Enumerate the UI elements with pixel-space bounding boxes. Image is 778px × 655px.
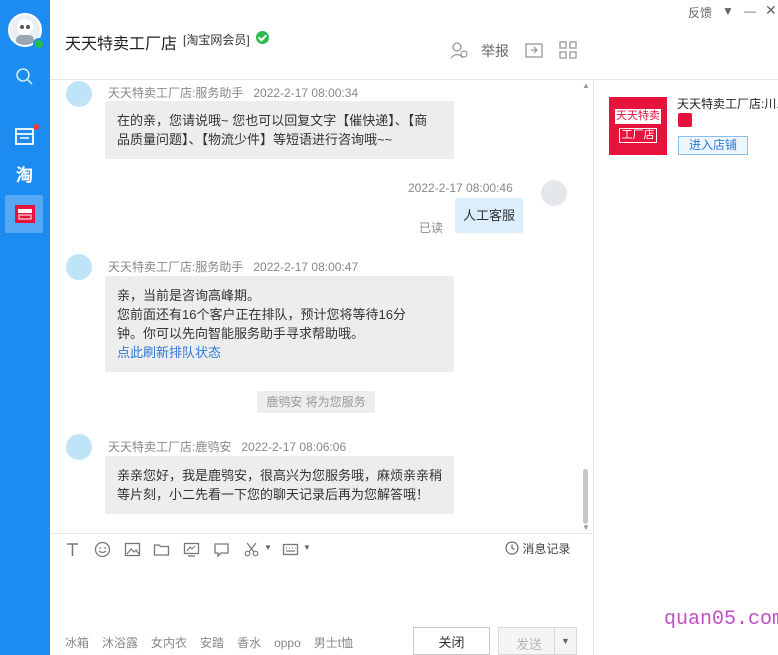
message-bubble: 亲亲您好，我是鹿鸮安，很高兴为您服务哦，麻烦亲亲稍 等片刻，小二先看一下您的聊天记… [105, 456, 454, 514]
transfer-user-icon[interactable] [449, 40, 469, 60]
quick-phrase[interactable]: 冰箱 [65, 636, 89, 650]
search-icon[interactable] [14, 66, 36, 88]
my-message-bubble: 人工客服 [455, 198, 523, 233]
message-meta: 天天特卖工厂店:服务助手 2022-2-17 08:00:47 [108, 260, 359, 274]
member-badge: [淘宝网会员] [183, 33, 250, 47]
scroll-down-arrow[interactable]: ▼ [582, 523, 590, 532]
shop-logo[interactable]: 天天特卖 工厂店 [609, 97, 667, 155]
font-icon[interactable] [64, 541, 81, 558]
export-icon[interactable] [524, 40, 544, 60]
grid-icon[interactable] [558, 40, 578, 60]
messages-icon[interactable] [14, 126, 36, 148]
history-label: 消息记录 [522, 542, 571, 556]
bot-avatar [66, 81, 92, 107]
input-toolbar: ▼ ▼ 消息记录 [50, 533, 593, 563]
my-avatar [541, 180, 567, 206]
message-bubble: 在的亲，您请说哦~ 您也可以回复文字【催快递】、【商 品质量问题】、【物流少件】等… [105, 101, 454, 159]
quick-phrase[interactable]: 香水 [237, 636, 261, 650]
image-icon[interactable] [124, 541, 141, 558]
send-options-icon[interactable]: ▼ [554, 628, 576, 654]
tmall-badge-icon [678, 113, 692, 127]
screen-icon[interactable] [183, 541, 200, 558]
bot-avatar [66, 254, 92, 280]
left-rail: 淘 [0, 0, 50, 655]
message-meta: 天天特卖工厂店:服务助手 2022-2-17 08:00:34 [108, 86, 359, 100]
feedback-link[interactable]: 反馈 [688, 4, 712, 21]
comment-icon[interactable] [213, 541, 230, 558]
refresh-queue-link[interactable]: 点此刷新排队状态 [117, 343, 442, 362]
shop-info-panel: 天天特卖 工厂店 天天特卖工厂店:川... 进入店铺 [593, 81, 778, 655]
watermark: quan05.com [664, 608, 778, 631]
scroll-up-arrow[interactable]: ▲ [582, 81, 590, 90]
clock-icon [505, 541, 519, 555]
keyboard-icon[interactable] [282, 541, 299, 558]
message-history-button[interactable]: 消息记录 [505, 540, 570, 557]
message-meta: 天天特卖工厂店:鹿鸮安 2022-2-17 08:06:06 [108, 440, 347, 454]
system-note: 鹿鸮安 将为您服务 [257, 391, 375, 413]
send-button[interactable]: 发送 ▼ [498, 627, 577, 655]
quick-phrase[interactable]: oppo [274, 636, 301, 650]
message-input[interactable] [50, 563, 593, 623]
enter-shop-button[interactable]: 进入店铺 [678, 136, 748, 155]
folder-icon[interactable] [153, 541, 170, 558]
minimize-icon[interactable]: — [744, 4, 756, 18]
logo-line1: 天天特卖 [615, 109, 661, 124]
scrollbar-thumb[interactable] [583, 469, 588, 524]
emoji-icon[interactable] [94, 541, 111, 558]
shop-name[interactable]: 天天特卖工厂店:川... [677, 95, 778, 112]
message-time: 2022-2-17 08:00:46 [408, 181, 513, 195]
dropdown-icon[interactable]: ▼ [722, 4, 734, 18]
scissors-icon[interactable] [243, 541, 260, 558]
report-button[interactable]: 举报 [481, 41, 509, 61]
close-window-icon[interactable]: ✕ [765, 2, 777, 19]
keyboard-dropdown-icon[interactable]: ▼ [303, 543, 311, 552]
quick-phrases: 冰箱 沐浴露 女内衣 安踏 香水 oppo 男士t恤 [65, 634, 366, 651]
verified-icon [256, 31, 269, 44]
shop-icon[interactable] [14, 203, 36, 225]
unread-dot [33, 124, 39, 130]
read-status: 已读 [419, 221, 444, 235]
bot-avatar [66, 434, 92, 460]
quick-phrase[interactable]: 女内衣 [151, 636, 187, 650]
send-label: 发送 [516, 637, 543, 652]
shop-title: 天天特卖工厂店 [65, 36, 178, 53]
chat-area[interactable]: ▲ 天天特卖工厂店:服务助手 2022-2-17 08:00:34 在的亲，您请… [50, 81, 593, 533]
taobao-icon[interactable]: 淘 [14, 163, 36, 185]
quick-phrase[interactable]: 男士t恤 [314, 636, 353, 650]
scissors-dropdown-icon[interactable]: ▼ [264, 543, 272, 552]
message-bubble: 亲，当前是咨询高峰期。 您前面还有16个客户正在排队，预计您将等待16分 钟。你可以… [105, 276, 454, 372]
svg-text:淘: 淘 [16, 165, 33, 185]
close-button[interactable]: 关闭 [413, 627, 490, 655]
logo-line2: 工厂店 [619, 128, 657, 143]
chat-header: 天天特卖工厂店 [淘宝网会员] 反馈 ▼ — ✕ 举报 [50, 0, 778, 80]
online-status-icon [33, 38, 45, 50]
quick-phrase[interactable]: 安踏 [200, 636, 224, 650]
quick-phrase[interactable]: 沐浴露 [102, 636, 138, 650]
